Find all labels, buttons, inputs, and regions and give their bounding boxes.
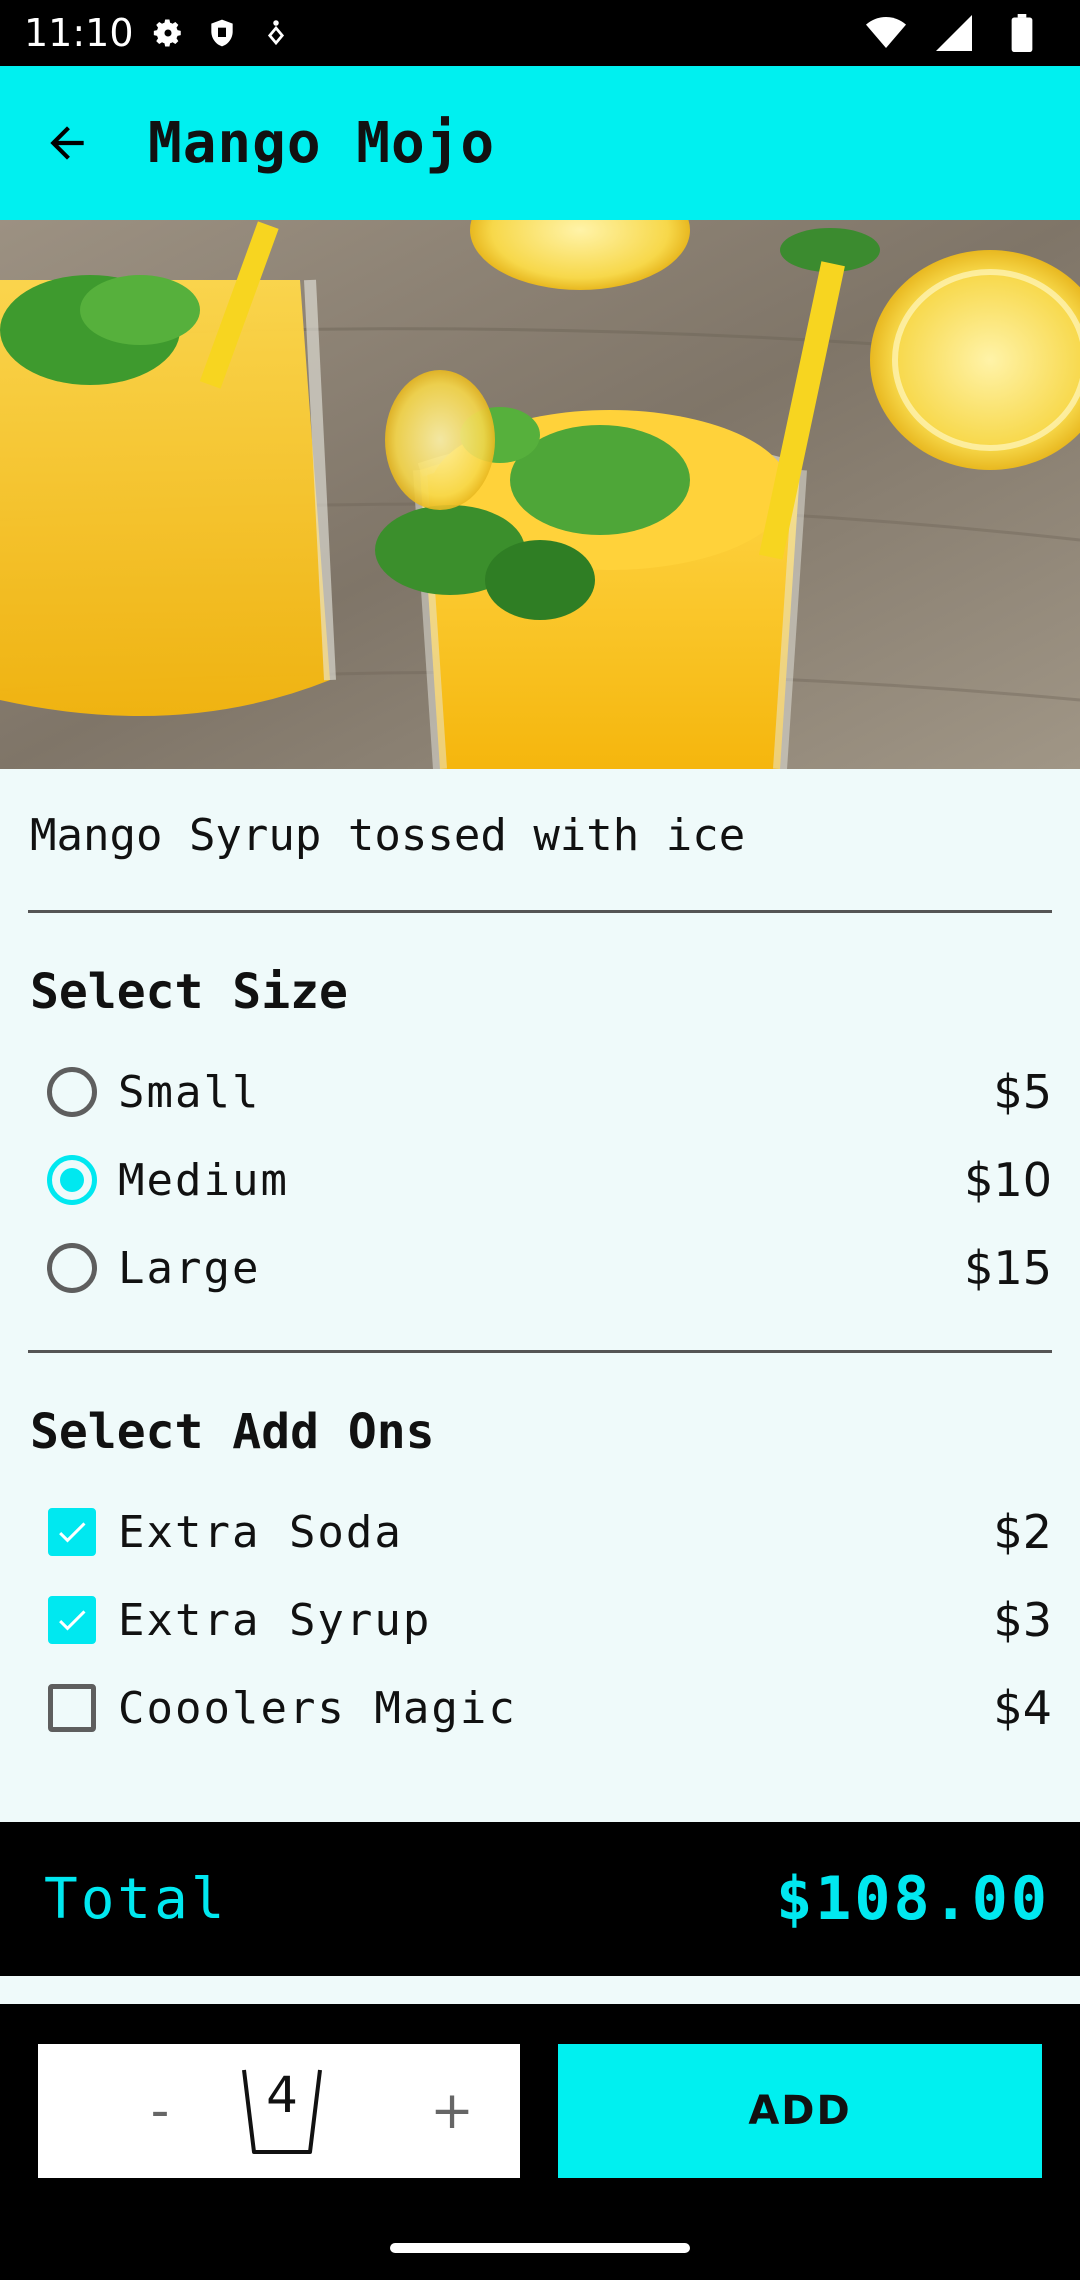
option-price: $5	[993, 1065, 1052, 1119]
shield-icon	[202, 13, 242, 53]
option-price: $15	[964, 1241, 1052, 1295]
wifi-icon	[866, 13, 906, 53]
option-price: $10	[964, 1153, 1052, 1207]
size-section-title: Select Size	[30, 964, 348, 1020]
addon-option-extra-syrup[interactable]: Extra Syrup $3	[44, 1586, 1052, 1654]
size-option-medium[interactable]: Medium $10	[44, 1146, 1052, 1214]
checkbox-checked[interactable]	[48, 1596, 96, 1644]
app-bar: Mango Mojo	[0, 66, 1080, 220]
addon-option-extra-soda[interactable]: Extra Soda $2	[44, 1498, 1052, 1566]
option-label: Extra Syrup	[118, 1594, 432, 1646]
increment-button[interactable]: +	[422, 2044, 482, 2178]
back-button[interactable]	[32, 108, 102, 178]
radio-button[interactable]	[47, 1067, 97, 1117]
option-price: $2	[993, 1505, 1052, 1559]
checkbox-checked[interactable]	[48, 1508, 96, 1556]
status-time: 11:10	[24, 11, 134, 55]
quantity-value: 4	[266, 2066, 298, 2124]
quantity-display: 4	[234, 2062, 330, 2158]
radio-button[interactable]	[47, 1243, 97, 1293]
settings-gear-icon	[148, 13, 188, 53]
option-label: Small	[118, 1066, 261, 1118]
total-value: $108.00	[776, 1864, 1050, 1934]
option-label: Cooolers Magic	[118, 1682, 517, 1734]
total-label: Total	[44, 1866, 228, 1932]
divider	[28, 1350, 1052, 1353]
checkmark-icon	[59, 1522, 86, 1543]
divider	[28, 910, 1052, 913]
checkbox[interactable]	[48, 1684, 96, 1732]
checkmark-icon	[59, 1610, 86, 1631]
signal-icon	[934, 13, 974, 53]
size-option-small[interactable]: Small $5	[44, 1058, 1052, 1126]
battery-icon	[1002, 13, 1042, 53]
addon-option-cooolers-magic[interactable]: Cooolers Magic $4	[44, 1674, 1052, 1742]
option-label: Medium	[118, 1154, 289, 1206]
size-option-large[interactable]: Large $15	[44, 1234, 1052, 1302]
page-title: Mango Mojo	[148, 110, 496, 176]
arrow-left-icon	[50, 126, 84, 160]
option-label: Extra Soda	[118, 1506, 403, 1558]
add-to-cart-button[interactable]: ADD	[558, 2044, 1042, 2178]
quantity-stepper: - 4 +	[38, 2044, 520, 2178]
home-indicator[interactable]	[390, 2243, 690, 2253]
total-bar: Total $108.00	[0, 1822, 1080, 1976]
accessibility-icon	[256, 13, 296, 53]
product-description: Mango Syrup tossed with ice	[30, 810, 746, 861]
option-price: $4	[993, 1681, 1052, 1735]
addons-section-title: Select Add Ons	[30, 1404, 435, 1460]
radio-button-selected[interactable]	[47, 1155, 97, 1205]
option-label: Large	[118, 1242, 261, 1294]
bottom-action-bar: - 4 + ADD	[0, 2004, 1080, 2280]
product-image	[0, 220, 1080, 769]
decrement-button[interactable]: -	[130, 2044, 190, 2178]
option-price: $3	[993, 1593, 1052, 1647]
status-bar: 11:10	[0, 0, 1080, 66]
